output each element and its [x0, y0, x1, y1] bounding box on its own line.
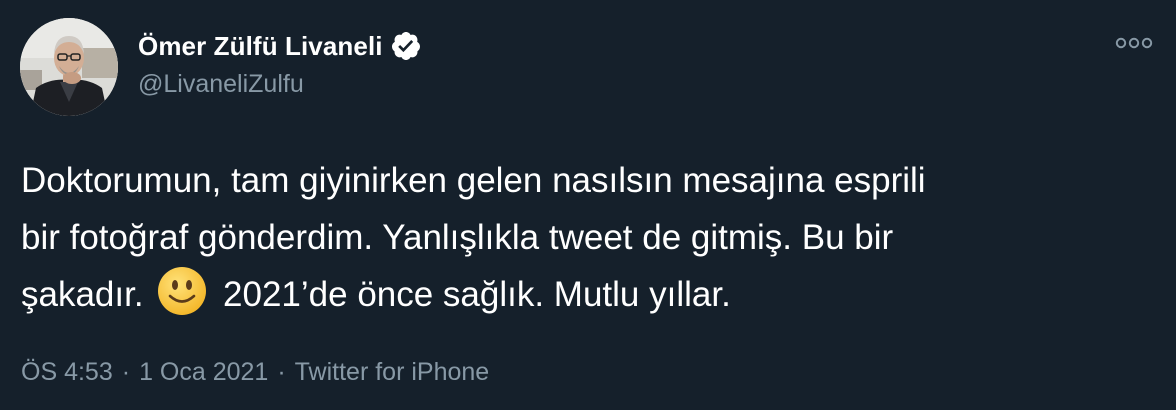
name-row: Ömer Zülfü Livaneli — [138, 28, 422, 64]
verified-badge-icon — [390, 30, 422, 62]
meta-separator: · — [121, 358, 131, 386]
profile-photo — [20, 18, 118, 116]
slightly-smiling-face-icon — [157, 266, 207, 316]
tweet-date[interactable]: 1 Oca 2021 — [139, 358, 268, 387]
tweet-time[interactable]: ÖS 4:53 — [21, 358, 113, 387]
tweet: Ömer Zülfü Livaneli @LivaneliZulfu Dokto… — [0, 0, 1176, 410]
tweet-meta: ÖS 4:53 · 1 Oca 2021 · Twitter for iPhon… — [21, 358, 489, 387]
tweet-source[interactable]: Twitter for iPhone — [295, 358, 490, 387]
user-handle[interactable]: @LivaneliZulfu — [138, 70, 422, 99]
display-name[interactable]: Ömer Zülfü Livaneli — [138, 31, 383, 62]
tweet-text: Doktorumun, tam giyinirken gelen nasılsı… — [21, 152, 1161, 323]
author-info: Ömer Zülfü Livaneli @LivaneliZulfu — [138, 28, 422, 99]
more-options-icon[interactable] — [1114, 32, 1154, 54]
meta-separator: · — [277, 358, 286, 386]
avatar[interactable] — [20, 18, 118, 116]
tweet-text-part2: 2021’de önce sağlık. Mutlu yıllar. — [213, 275, 731, 314]
